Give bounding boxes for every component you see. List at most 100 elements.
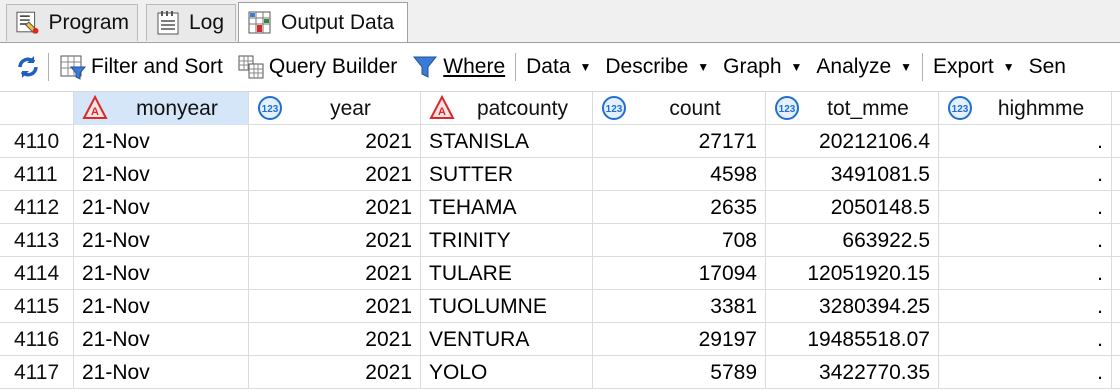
highmme-cell[interactable]: . — [939, 290, 1112, 323]
year-cell[interactable]: 2021 — [249, 191, 421, 224]
tot-mme-cell[interactable]: 12051920.15 — [766, 257, 939, 290]
column-header-highmme[interactable]: 123 highmme — [939, 92, 1112, 125]
tab-program[interactable]: Program — [6, 4, 138, 41]
tot-mme-cell[interactable]: 663922.5 — [766, 224, 939, 257]
row-number-cell[interactable]: 4116 — [0, 323, 74, 356]
year-cell[interactable]: 2021 — [249, 224, 421, 257]
patcounty-cell[interactable]: STANISLA — [421, 125, 593, 158]
describe-menu-label: Describe — [605, 55, 689, 78]
numeric-column-icon: 123 — [258, 96, 282, 120]
tot-mme-cell[interactable]: 3491081.5 — [766, 158, 939, 191]
year-cell[interactable]: 2021 — [249, 125, 421, 158]
filter-and-sort-label: Filter and Sort — [91, 55, 223, 78]
patcounty-cell[interactable]: TRINITY — [421, 224, 593, 257]
caret-down-icon: ▼ — [1002, 60, 1015, 74]
count-cell[interactable]: 29197 — [593, 323, 766, 356]
count-cell[interactable]: 17094 — [593, 257, 766, 290]
character-column-icon: A — [429, 95, 455, 119]
row-number-cell[interactable]: 4113 — [0, 224, 74, 257]
highmme-cell[interactable]: . — [939, 323, 1112, 356]
year-cell[interactable]: 2021 — [249, 356, 421, 389]
monyear-cell[interactable]: 21-Nov — [74, 356, 249, 389]
data-menu[interactable]: Data ▼ — [526, 55, 591, 79]
column-header-count[interactable]: 123 count — [593, 92, 766, 125]
svg-text:123: 123 — [952, 104, 969, 115]
row-number-header[interactable] — [0, 92, 74, 125]
column-header-patcounty[interactable]: A patcounty — [421, 92, 593, 125]
patcounty-cell[interactable]: SUTTER — [421, 158, 593, 191]
where-label: Where — [443, 55, 506, 78]
tot-mme-cell[interactable]: 20212106.4 — [766, 125, 939, 158]
filter-and-sort-button[interactable]: Filter and Sort — [59, 53, 223, 81]
table-row[interactable]: 4115 21-Nov 2021 TUOLUMNE 3381 3280394.25. — [0, 290, 1120, 323]
year-cell[interactable]: 2021 — [249, 257, 421, 290]
highmme-cell[interactable]: . — [939, 224, 1112, 257]
tab-log[interactable]: Log — [146, 4, 236, 41]
funnel-icon — [413, 56, 438, 78]
tot-mme-cell[interactable]: 2050148.5 — [766, 191, 939, 224]
monyear-cell[interactable]: 21-Nov — [74, 224, 249, 257]
count-cell[interactable]: 2635 — [593, 191, 766, 224]
row-number-cell[interactable]: 4112 — [0, 191, 74, 224]
table-row[interactable]: 4110 21-Nov 2021 STANISLA 27171 20212106.4. — [0, 125, 1120, 158]
year-cell[interactable]: 2021 — [249, 290, 421, 323]
caret-down-icon: ▼ — [790, 60, 803, 74]
where-button[interactable]: Where — [411, 53, 505, 81]
query-builder-button[interactable]: Query Builder — [237, 53, 397, 81]
count-cell[interactable]: 4598 — [593, 158, 766, 191]
year-cell[interactable]: 2021 — [249, 323, 421, 356]
highmme-cell[interactable]: . — [939, 125, 1112, 158]
monyear-cell[interactable]: 21-Nov — [74, 158, 249, 191]
table-row[interactable]: 4113 21-Nov 2021 TRINITY 708 663922.5. — [0, 224, 1120, 257]
patcounty-cell[interactable]: YOLO — [421, 356, 593, 389]
analyze-menu[interactable]: Analyze ▼ — [816, 55, 912, 79]
export-menu-label: Export — [933, 55, 994, 78]
column-name: count — [669, 96, 721, 120]
highmme-cell[interactable]: . — [939, 158, 1112, 191]
monyear-cell[interactable]: 21-Nov — [74, 125, 249, 158]
column-header-tot-mme[interactable]: 123 tot_mme — [766, 92, 939, 125]
tot-mme-cell[interactable]: 19485518.07 — [766, 323, 939, 356]
tot-mme-cell[interactable]: 3422770.35 — [766, 356, 939, 389]
row-number-cell[interactable]: 4117 — [0, 356, 74, 389]
row-number-cell[interactable]: 4110 — [0, 125, 74, 158]
count-cell[interactable]: 3381 — [593, 290, 766, 323]
column-header-monyear[interactable]: A monyear — [74, 92, 249, 125]
tab-label: Output Data — [281, 10, 395, 34]
monyear-cell[interactable]: 21-Nov — [74, 290, 249, 323]
patcounty-cell[interactable]: TUOLUMNE — [421, 290, 593, 323]
tot-mme-cell[interactable]: 3280394.25 — [766, 290, 939, 323]
patcounty-cell[interactable]: VENTURA — [421, 323, 593, 356]
column-header-year[interactable]: 123 year — [249, 92, 421, 125]
patcounty-cell[interactable]: TEHAMA — [421, 191, 593, 224]
year-cell[interactable]: 2021 — [249, 158, 421, 191]
row-number-cell[interactable]: 4114 — [0, 257, 74, 290]
graph-menu[interactable]: Graph ▼ — [723, 55, 802, 79]
highmme-cell[interactable]: . — [939, 257, 1112, 290]
header-row: A monyear 123 year A patcounty 123 count — [0, 92, 1120, 125]
table-row[interactable]: 4112 21-Nov 2021 TEHAMA 2635 2050148.5. — [0, 191, 1120, 224]
table-row[interactable]: 4111 21-Nov 2021 SUTTER 4598 3491081.5. — [0, 158, 1120, 191]
data-menu-label: Data — [526, 55, 571, 78]
count-cell[interactable]: 27171 — [593, 125, 766, 158]
describe-menu[interactable]: Describe ▼ — [605, 55, 709, 79]
query-builder-label: Query Builder — [268, 55, 398, 78]
count-cell[interactable]: 708 — [593, 224, 766, 257]
send-menu[interactable]: Sen — [1029, 55, 1066, 79]
tab-output-data[interactable]: Output Data — [238, 2, 408, 42]
patcounty-cell[interactable]: TULARE — [421, 257, 593, 290]
row-number-cell[interactable]: 4115 — [0, 290, 74, 323]
monyear-cell[interactable]: 21-Nov — [74, 257, 249, 290]
table-row[interactable]: 4117 21-Nov 2021 YOLO 5789 3422770.35. — [0, 356, 1120, 389]
highmme-cell[interactable]: . — [939, 191, 1112, 224]
export-menu[interactable]: Export ▼ — [933, 55, 1015, 79]
row-number-cell[interactable]: 4111 — [0, 158, 74, 191]
query-builder-icon — [238, 55, 264, 79]
highmme-cell[interactable]: . — [939, 356, 1112, 389]
monyear-cell[interactable]: 21-Nov — [74, 191, 249, 224]
count-cell[interactable]: 5789 — [593, 356, 766, 389]
refresh-icon[interactable] — [14, 53, 42, 81]
table-row[interactable]: 4114 21-Nov 2021 TULARE 17094 12051920.15. — [0, 257, 1120, 290]
table-row[interactable]: 4116 21-Nov 2021 VENTURA 29197 19485518.07. — [0, 323, 1120, 356]
monyear-cell[interactable]: 21-Nov — [74, 323, 249, 356]
